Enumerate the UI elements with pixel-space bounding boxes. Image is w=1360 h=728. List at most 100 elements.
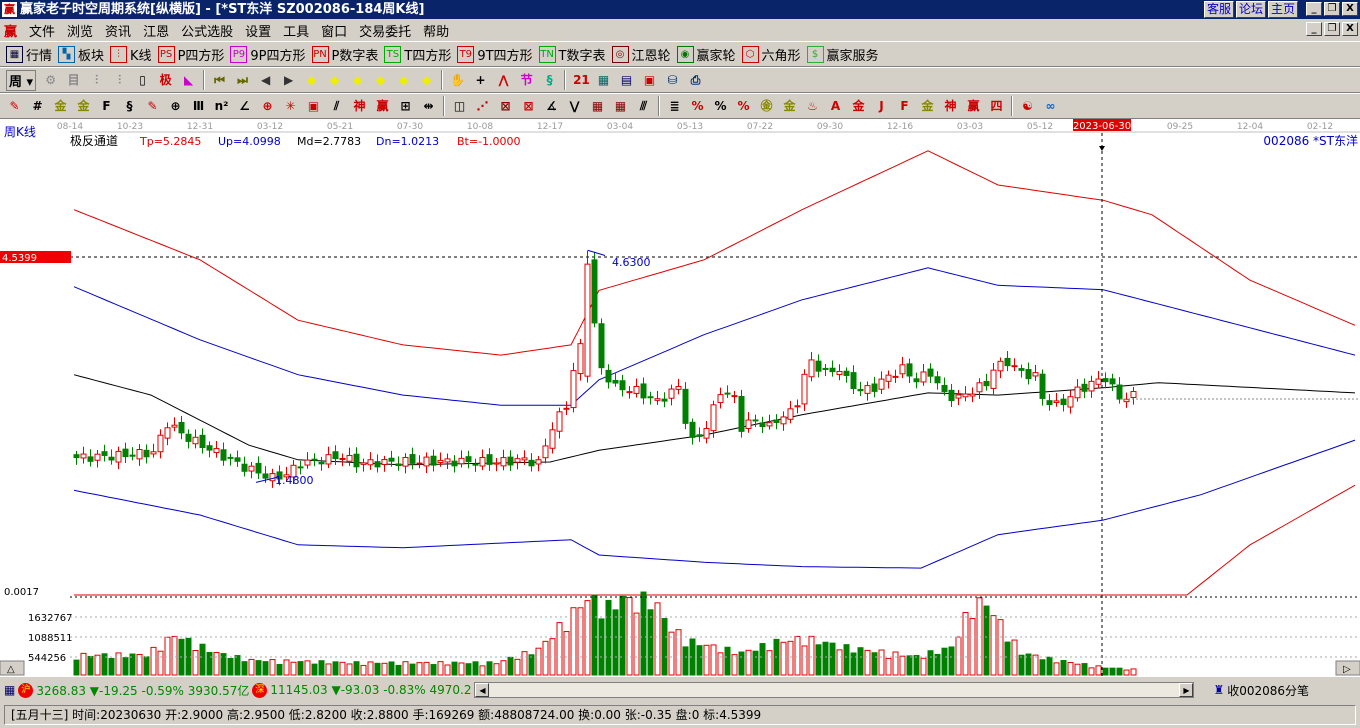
child-minimize-button[interactable]: _ <box>1306 22 1322 36</box>
toolbar-button-10[interactable]: ◉ 赢家轮 <box>676 45 736 64</box>
menu-2[interactable]: 资讯 <box>105 21 131 40</box>
fan-icon[interactable]: ⋰ <box>474 98 491 115</box>
ab-icon[interactable]: A <box>827 98 844 115</box>
calendar-icon[interactable]: 21 <box>572 72 590 89</box>
quote-table-icon[interactable]: ▦ <box>4 683 15 697</box>
hand-icon[interactable]: ✋ <box>449 72 466 89</box>
menu-4[interactable]: 公式选股 <box>181 21 233 40</box>
ruler-icon[interactable]: ⊞ <box>397 98 414 115</box>
scroll-right-button[interactable]: ▶ <box>1179 683 1194 697</box>
shenzhen-index[interactable]: 11145.03 ▼-93.03 -0.83% 4970.2 <box>270 683 471 697</box>
mesh-icon[interactable]: ▦ <box>589 98 606 115</box>
diamond-right-icon[interactable]: ◆ <box>326 72 343 89</box>
pct3-icon[interactable]: % <box>735 98 752 115</box>
chart-area[interactable]: 08-14 10-23 12-31 03-12 05-21 07-30 10-08 12-17… <box>0 119 1360 677</box>
grid-icon[interactable]: # <box>29 98 46 115</box>
toolbar-button-7[interactable]: T9 9T四方形 <box>457 45 533 64</box>
minimize-button[interactable]: _ <box>1306 2 1322 16</box>
crosshair-icon[interactable]: + <box>472 72 489 89</box>
menu-8[interactable]: 交易委托 <box>359 21 411 40</box>
candle-icon[interactable]: ▯ <box>134 72 151 89</box>
toolbar-button-8[interactable]: TN T数字表 <box>538 45 606 64</box>
toolbar-button-4[interactable]: P9 9P四方形 <box>230 45 306 64</box>
angle2-icon[interactable]: ∡ <box>543 98 560 115</box>
toolbar-button-11[interactable]: ⬡ 六角形 <box>741 45 801 64</box>
gold-angle-icon[interactable]: 金 <box>919 98 936 115</box>
gold2-icon[interactable]: 金 <box>75 98 92 115</box>
bars3-icon[interactable]: ⫶ <box>88 72 105 89</box>
toolbar-button-3[interactable]: PS P四方形 <box>157 45 224 64</box>
network-icon[interactable]: ⛁ <box>664 72 681 89</box>
extreme-icon[interactable]: 极 <box>157 72 174 89</box>
toolbar-button-0[interactable]: ▦ 行情 <box>6 45 52 64</box>
measure-icon[interactable]: ⇹ <box>420 98 437 115</box>
save-icon[interactable]: ▣ <box>641 72 658 89</box>
box3-icon[interactable]: ⊠ <box>520 98 537 115</box>
brush-icon[interactable]: ✎ <box>144 98 161 115</box>
angle-icon[interactable]: ∠ <box>236 98 253 115</box>
gold-circle-icon[interactable]: ㊎ <box>758 98 775 115</box>
win-angle-icon[interactable]: 赢 <box>965 98 982 115</box>
menu-9[interactable]: 帮助 <box>423 21 449 40</box>
pct-icon[interactable]: % <box>689 98 706 115</box>
diamond-lr-icon[interactable]: ◆ <box>349 72 366 89</box>
menu-6[interactable]: 工具 <box>283 21 309 40</box>
notes-icon[interactable]: ▤ <box>618 72 635 89</box>
menu-3[interactable]: 江恩 <box>143 21 169 40</box>
home-link[interactable]: 主页 <box>1267 1 1298 18</box>
pattern-icon[interactable]: 节 <box>518 72 535 89</box>
fib-icon[interactable]: F <box>98 98 115 115</box>
service-link[interactable]: 客服 <box>1203 1 1234 18</box>
box2-icon[interactable]: ⊠ <box>497 98 514 115</box>
layers-icon[interactable]: ⚙ <box>42 72 59 89</box>
toolbar-button-2[interactable]: ⫶ K线 <box>110 45 152 64</box>
forum-link[interactable]: 论坛 <box>1235 1 1266 18</box>
fire-icon[interactable]: ♨ <box>804 98 821 115</box>
diamond-ud-icon[interactable]: ◆ <box>418 72 435 89</box>
diamond-left-icon[interactable]: ◆ <box>303 72 320 89</box>
gold-icon[interactable]: 金 <box>52 98 69 115</box>
calculator-icon[interactable]: ▦ <box>595 72 612 89</box>
menu-1[interactable]: 浏览 <box>67 21 93 40</box>
mesh2-icon[interactable]: ▦ <box>612 98 629 115</box>
toolbar-button-9[interactable]: ◎ 江恩轮 <box>611 45 671 64</box>
horizontal-scrollbar[interactable]: ◀ ▶ <box>474 682 1195 698</box>
circle-icon[interactable]: ⊕ <box>167 98 184 115</box>
toolbar-button-6[interactable]: TS T四方形 <box>384 45 451 64</box>
close-button[interactable]: X <box>1342 2 1358 16</box>
shanghai-index[interactable]: 3268.83 ▼-19.25 -0.59% 3930.57亿 <box>36 682 249 699</box>
god-icon[interactable]: 神 <box>351 98 368 115</box>
slash-icon[interactable]: ⫽ <box>328 98 345 115</box>
cycle-icon[interactable]: § <box>541 72 558 89</box>
menu-5[interactable]: 设置 <box>245 21 271 40</box>
target-icon[interactable]: ⊕ <box>259 98 276 115</box>
child-close-button[interactable]: X <box>1342 22 1358 36</box>
wave-icon[interactable]: ⋁ <box>566 98 583 115</box>
first-icon[interactable]: ⏮ <box>211 72 228 89</box>
god-angle-icon[interactable]: 神 <box>942 98 959 115</box>
n2-icon[interactable]: n² <box>213 98 230 115</box>
gold-line2-icon[interactable]: 金 <box>850 98 867 115</box>
spiral-icon[interactable]: § <box>121 98 138 115</box>
pen-icon[interactable]: ✎ <box>6 98 23 115</box>
line-tool-icon[interactable]: ⋀ <box>495 72 512 89</box>
infinity-icon[interactable]: ∞ <box>1042 98 1059 115</box>
flag-icon[interactable]: ◣ <box>180 72 197 89</box>
scroll-left-button[interactable]: ◀ <box>475 683 490 697</box>
star-icon[interactable]: ✳ <box>282 98 299 115</box>
table2-icon[interactable]: ≣ <box>666 98 683 115</box>
menu-0[interactable]: 文件 <box>29 21 55 40</box>
right-icon[interactable]: ▶ <box>280 72 297 89</box>
child-restore-button[interactable]: ❐ <box>1324 22 1340 36</box>
gold-line-icon[interactable]: 金 <box>781 98 798 115</box>
win-icon[interactable]: 赢 <box>374 98 391 115</box>
j-angle-icon[interactable]: J <box>873 98 890 115</box>
lines-icon[interactable]: Ⅲ <box>190 98 207 115</box>
f-angle-icon[interactable]: F <box>896 98 913 115</box>
menu-7[interactable]: 窗口 <box>321 21 347 40</box>
bars9-icon[interactable]: ⫶ <box>111 72 128 89</box>
last-icon[interactable]: ⏭ <box>234 72 251 89</box>
printer-icon[interactable]: ⎙ <box>687 72 704 89</box>
restore-button[interactable]: ❐ <box>1324 2 1340 16</box>
diamond-x-icon[interactable]: ◆ <box>372 72 389 89</box>
